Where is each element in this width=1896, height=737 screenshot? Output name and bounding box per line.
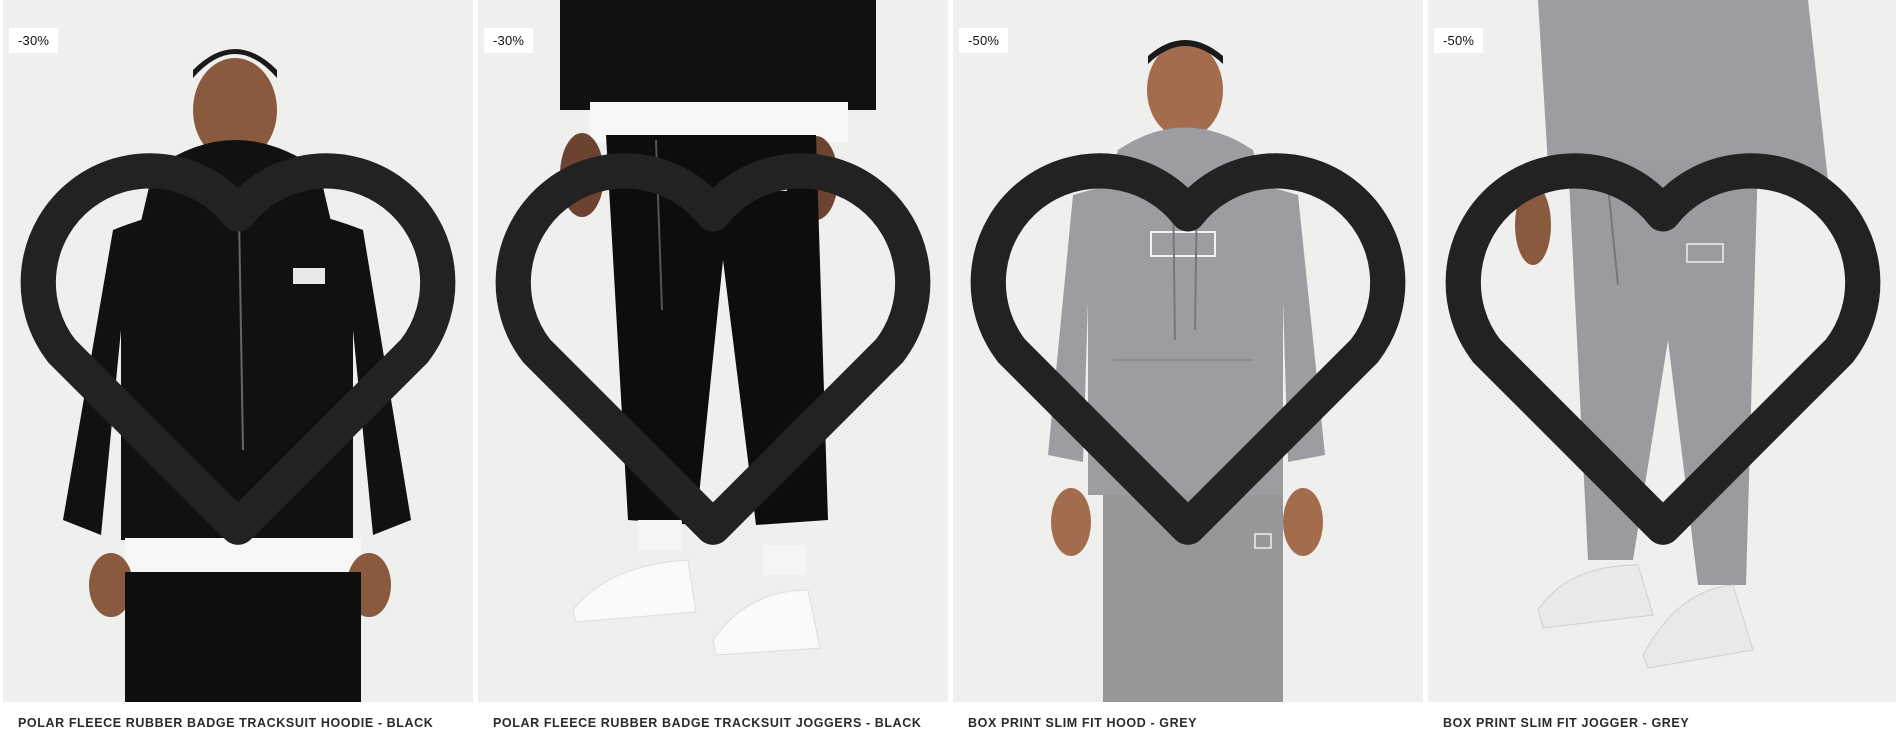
product-card[interactable]: -30% POLAR FLEECE RUBBER BADGE TRACKSUIT… xyxy=(3,0,473,737)
product-title[interactable]: POLAR FLEECE RUBBER BADGE TRACKSUIT JOGG… xyxy=(493,716,922,730)
heart-outline-icon[interactable] xyxy=(953,0,1423,702)
product-image[interactable]: -30% xyxy=(3,0,473,702)
product-title[interactable]: BOX PRINT SLIM FIT JOGGER - GREY xyxy=(1443,716,1689,730)
product-image[interactable]: -50% xyxy=(953,0,1423,702)
heart-outline-icon[interactable] xyxy=(3,0,473,702)
product-title[interactable]: POLAR FLEECE RUBBER BADGE TRACKSUIT HOOD… xyxy=(18,716,433,730)
heart-outline-icon[interactable] xyxy=(1428,0,1896,702)
heart-outline-icon[interactable] xyxy=(478,0,948,702)
product-grid: -30% POLAR FLEECE RUBBER BADGE TRACKSUIT… xyxy=(0,0,1896,737)
product-image[interactable]: -30% xyxy=(478,0,948,702)
product-title[interactable]: BOX PRINT SLIM FIT HOOD - GREY xyxy=(968,716,1197,730)
product-card[interactable]: -30% POLAR FLEECE RUBBER BADGE TRACKSUIT… xyxy=(478,0,948,737)
product-card[interactable]: -50% BOX PRINT SLIM FIT HOOD - GREY xyxy=(953,0,1423,737)
product-image[interactable]: -50% xyxy=(1428,0,1896,702)
product-card[interactable]: -50% BOX PRINT SLIM FIT JOGGER - GREY xyxy=(1428,0,1896,737)
